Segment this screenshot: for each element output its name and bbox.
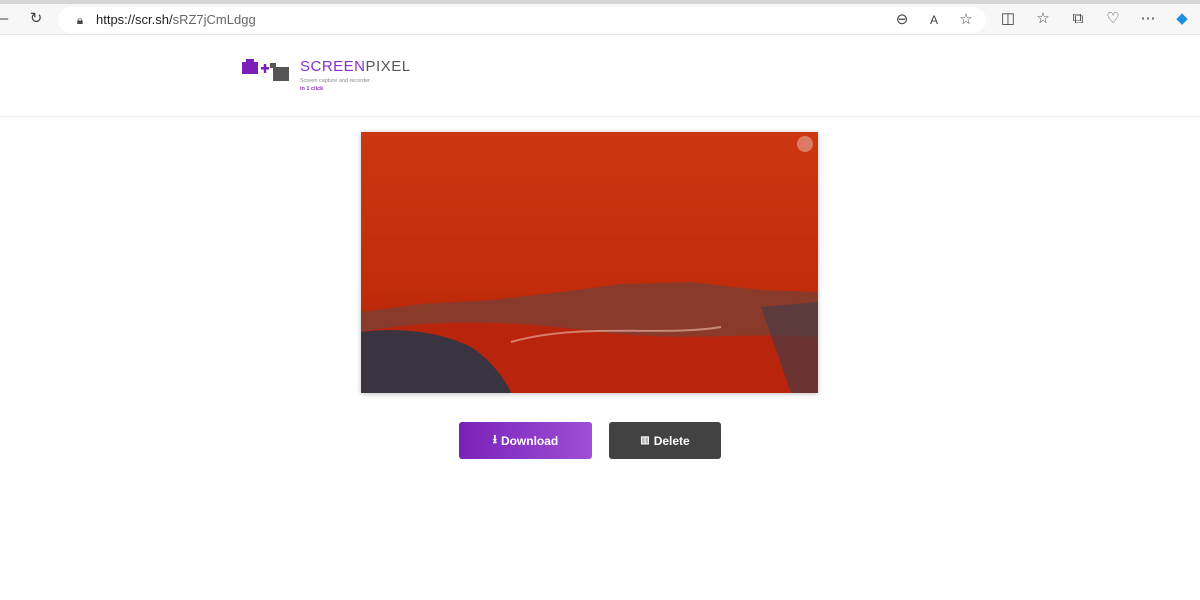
trash-icon: ▥: [640, 435, 650, 446]
favorites-icon[interactable]: ☆: [1033, 9, 1053, 29]
expand-image-icon[interactable]: [797, 136, 813, 152]
url-text[interactable]: https://scr.sh/sRZ7jCmLdgg: [96, 12, 256, 27]
more-icon[interactable]: ⋯: [1138, 9, 1158, 29]
download-label: Download: [500, 433, 559, 448]
delete-label: Delete: [653, 433, 690, 448]
site-header: SCREENPIXEL Screen capture and recorder …: [0, 35, 1200, 117]
screenpixel-logo-icon[interactable]: [242, 59, 290, 83]
brand-name: SCREENPIXEL: [300, 58, 411, 75]
download-button[interactable]: ⭳ Download: [459, 422, 592, 459]
brand-tagline: Screen capture and recorder: [300, 78, 371, 84]
lock-icon[interactable]: 🔒︎: [70, 10, 90, 30]
browser-toolbar: – ↻ 🔒︎ https://scr.sh/sRZ7jCmLdgg ⊖ A ☆ …: [0, 4, 1200, 34]
brand-tagline-2: in 1 click: [300, 86, 324, 92]
split-screen-icon[interactable]: ◫: [998, 9, 1018, 29]
read-aloud-icon[interactable]: A: [924, 10, 944, 30]
refresh-icon[interactable]: ↻: [26, 9, 46, 29]
collections-icon[interactable]: ⧉: [1068, 9, 1088, 29]
back-icon[interactable]: –: [0, 9, 14, 29]
favorite-star-icon[interactable]: ☆: [956, 10, 976, 30]
url-host: https://scr.sh/: [96, 12, 173, 27]
download-icon: ⭳: [492, 432, 497, 446]
screenshot-image: [361, 132, 818, 393]
brand-rest: PIXEL: [365, 58, 411, 75]
browser-essentials-icon[interactable]: ♡: [1103, 9, 1123, 29]
page: SCREENPIXEL Screen capture and recorder …: [0, 34, 1200, 600]
copilot-icon[interactable]: ◆: [1172, 9, 1192, 29]
brand-accent: SCREEN: [300, 58, 366, 75]
zoom-out-icon[interactable]: ⊖: [892, 10, 912, 30]
url-path: sRZ7jCmLdgg: [172, 12, 256, 27]
delete-button[interactable]: ▥ Delete: [609, 422, 721, 459]
address-bar[interactable]: 🔒︎ https://scr.sh/sRZ7jCmLdgg ⊖ A ☆: [58, 7, 986, 33]
